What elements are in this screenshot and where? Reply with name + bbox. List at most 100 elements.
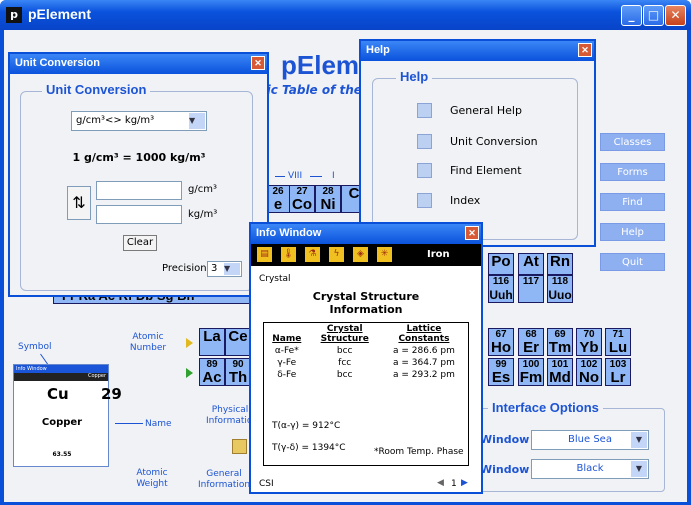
precision-select[interactable]: 3 ▼ <box>207 261 242 277</box>
transition-temp-2: T(γ-δ) = 1394°C <box>272 443 346 453</box>
thermometer-icon[interactable]: 🌡 <box>281 247 296 262</box>
element-cell[interactable]: 90 Th <box>225 358 251 386</box>
density-kgm3-input[interactable] <box>96 205 182 224</box>
element-symbol: Uuh <box>489 288 513 302</box>
unit-conversion-dialog: Unit Conversion ✕ Unit Conversion g/cm³<>… <box>8 52 269 297</box>
swap-units-button[interactable]: ⇅ <box>67 186 91 220</box>
crystal-icon[interactable]: ◈ <box>353 247 368 262</box>
lanthanide-marker-icon <box>186 338 193 348</box>
dialog-title-bar[interactable]: Help ✕ <box>361 41 594 61</box>
element-cell[interactable]: Po <box>488 253 514 275</box>
help-item-checkbox[interactable] <box>417 103 432 118</box>
page-number: 1 <box>451 479 457 489</box>
element-cell[interactable]: 116 Uuh <box>488 275 514 303</box>
element-symbol: No <box>579 369 599 386</box>
element-cell[interactable]: 71 Lu <box>605 328 631 356</box>
phase-note: *Room Temp. Phase <box>374 447 464 457</box>
info-footer: CSI <box>259 479 274 489</box>
forms-button[interactable]: Forms <box>600 163 665 181</box>
minimize-button[interactable]: _ <box>621 5 642 26</box>
quit-button[interactable]: Quit <box>600 253 665 271</box>
table-row: γ-Fe fcc a = 364.7 pm <box>264 357 468 369</box>
help-item-checkbox[interactable] <box>417 193 432 208</box>
help-item-index[interactable]: Index <box>450 194 480 207</box>
maximize-button[interactable]: □ <box>643 5 664 26</box>
element-cell[interactable]: 68 Er <box>518 328 544 356</box>
window-title: pElement <box>28 6 92 22</box>
element-cell[interactable]: 118 Uuo <box>547 275 573 303</box>
element-cell[interactable]: Ce <box>225 328 251 356</box>
element-cell[interactable]: Rn <box>547 253 573 275</box>
chevron-down-icon: ▼ <box>189 113 205 129</box>
col-name: Name <box>272 334 302 344</box>
cell-structure: bcc <box>336 370 353 380</box>
cell-name: α-Fe* <box>274 346 299 356</box>
flask-icon[interactable]: ⚗ <box>305 247 320 262</box>
element-cell[interactable]: 28 Ni <box>315 185 341 213</box>
element-cell[interactable]: 70 Yb <box>576 328 602 356</box>
element-cell[interactable]: 27 Co <box>289 185 315 213</box>
help-item-checkbox[interactable] <box>417 134 432 149</box>
unit2-label: kg/m³ <box>188 209 218 220</box>
element-cell[interactable]: 69 Tm <box>547 328 573 356</box>
help-item-checkbox[interactable] <box>417 163 432 178</box>
energy-icon[interactable]: ϟ <box>329 247 344 262</box>
help-dialog: Help ✕ Help General Help Unit Conversion … <box>359 39 596 247</box>
cell-structure: bcc <box>336 346 353 356</box>
window-text-select[interactable]: Black ▼ <box>531 459 649 479</box>
legend-physical-label: Physical Information <box>206 405 259 426</box>
element-cell[interactable]: 102 No <box>576 358 602 386</box>
close-icon[interactable]: ✕ <box>465 226 479 240</box>
element-cell[interactable]: 117 <box>518 275 544 303</box>
dialog-title-bar[interactable]: Unit Conversion ✕ <box>10 54 267 74</box>
element-symbol: Ho <box>491 339 511 356</box>
find-button[interactable]: Find <box>600 193 665 211</box>
general-info-icon[interactable]: ▤ <box>257 247 272 262</box>
atom-icon[interactable]: ✳ <box>377 247 392 262</box>
info-content: Crystal Crystal Structure Information Na… <box>251 266 481 492</box>
help-item-find-element[interactable]: Find Element <box>450 164 522 177</box>
card-symbol: Cu <box>47 385 69 403</box>
element-cell[interactable]: La <box>199 328 225 356</box>
close-icon[interactable]: ✕ <box>578 43 592 57</box>
info-tab-label: Crystal <box>259 274 291 284</box>
help-button[interactable]: Help <box>600 223 665 241</box>
clear-button[interactable]: Clear <box>123 235 157 251</box>
prev-page-icon[interactable]: ◀ <box>437 478 444 488</box>
window-color-select[interactable]: Blue Sea ▼ <box>531 430 649 450</box>
unit-type-select[interactable]: g/cm³<> kg/m³ ▼ <box>71 111 207 131</box>
element-cell[interactable]: At <box>518 253 544 275</box>
close-button[interactable]: ✕ <box>665 5 686 26</box>
help-group <box>372 78 578 240</box>
element-symbol: e <box>273 196 283 213</box>
element-cell[interactable]: 99 Es <box>488 358 514 386</box>
info-heading: Crystal Structure Information <box>312 290 420 316</box>
window-color-value: Blue Sea <box>568 434 612 445</box>
chevron-down-icon: ▼ <box>631 461 647 477</box>
density-gcm3-input[interactable] <box>96 181 182 200</box>
interface-options-group <box>476 408 665 492</box>
card-number: 29 <box>101 385 122 403</box>
help-item-general[interactable]: General Help <box>450 104 522 117</box>
element-cell[interactable]: 100 Fm <box>518 358 544 386</box>
element-cell[interactable]: 103 Lr <box>605 358 631 386</box>
atomic-number: 117 <box>522 276 540 287</box>
close-icon[interactable]: ✕ <box>251 56 265 70</box>
element-cell[interactable]: 101 Md <box>547 358 573 386</box>
interface-options-title: Interface Options <box>488 400 603 415</box>
table-row: δ-Fe bcc a = 293.2 pm <box>264 369 468 381</box>
element-cell[interactable]: 89 Ac <box>199 358 225 386</box>
element-cell[interactable]: 67 Ho <box>488 328 514 356</box>
atomic-number: 118 <box>551 276 569 287</box>
conversion-equation: 1 g/cm³ = 1000 kg/m³ <box>72 151 206 164</box>
dialog-title: Help <box>366 44 390 56</box>
element-symbol: Es <box>491 369 511 386</box>
next-page-icon[interactable]: ▶ <box>461 478 468 488</box>
classes-button[interactable]: Classes <box>600 133 665 151</box>
group-legend: Unit Conversion <box>42 82 151 97</box>
element-symbol: Lu <box>608 339 628 356</box>
help-item-unit-conversion[interactable]: Unit Conversion <box>450 135 538 148</box>
title-bar[interactable]: p pElement _ □ ✕ <box>0 0 691 30</box>
dialog-title: Info Window <box>256 227 322 239</box>
dialog-title-bar[interactable]: Info Window ✕ <box>251 224 481 244</box>
